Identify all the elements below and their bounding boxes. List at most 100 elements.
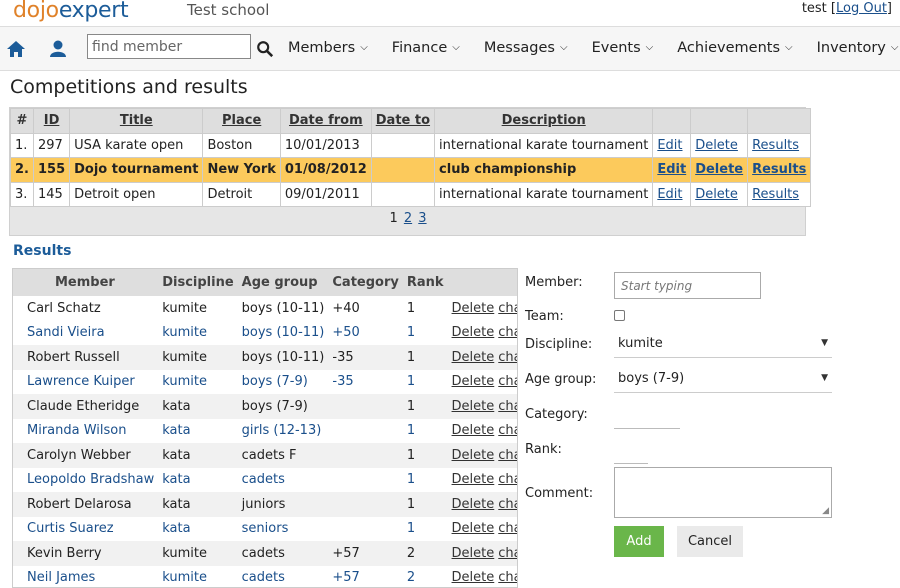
menu-achievements[interactable]: Achievements⌵ bbox=[677, 40, 792, 56]
col-header-id[interactable]: ID bbox=[33, 109, 69, 134]
result-age-group: cadets bbox=[238, 566, 329, 588]
result-age-group: juniors bbox=[238, 492, 329, 517]
delete-link[interactable]: Delete bbox=[452, 570, 495, 585]
result-row[interactable]: Kevin Berrykumitecadets+572Deletechange bbox=[13, 541, 518, 566]
results-link[interactable]: Results bbox=[752, 138, 799, 153]
menu-events[interactable]: Events⌵ bbox=[592, 40, 654, 56]
result-row[interactable]: Lawrence Kuiperkumiteboys (7-9)-351Delet… bbox=[13, 370, 518, 395]
result-row[interactable]: Sandi Vieirakumiteboys (10-11)+501Delete… bbox=[13, 321, 518, 346]
resize-grip-icon[interactable]: ◢ bbox=[822, 507, 829, 516]
member-input[interactable] bbox=[614, 272, 761, 299]
add-button[interactable]: Add bbox=[614, 526, 664, 557]
result-actions: Deletechange bbox=[448, 492, 518, 517]
comment-textarea[interactable]: ◢ bbox=[614, 467, 832, 518]
delete-link[interactable]: Delete bbox=[695, 138, 738, 153]
delete-link[interactable]: Delete bbox=[452, 448, 495, 463]
category-input[interactable] bbox=[614, 428, 680, 429]
edit-link[interactable]: Edit bbox=[657, 187, 682, 202]
delete-link[interactable]: Delete bbox=[695, 187, 738, 202]
result-discipline: kata bbox=[158, 419, 237, 444]
menu-inventory[interactable]: Inventory⌵ bbox=[817, 40, 899, 56]
delete-link[interactable]: Delete bbox=[452, 325, 495, 340]
change-link[interactable]: change bbox=[498, 325, 518, 340]
team-checkbox[interactable] bbox=[614, 310, 625, 321]
result-row[interactable]: Curtis Suarezkataseniors1Deletechange bbox=[13, 517, 518, 542]
change-link[interactable]: change bbox=[498, 448, 518, 463]
change-link[interactable]: change bbox=[498, 350, 518, 365]
discipline-select[interactable]: kumite ▼ bbox=[614, 330, 832, 358]
col-header-title[interactable]: Title bbox=[70, 109, 203, 134]
col-header-date-from[interactable]: Date from bbox=[280, 109, 371, 134]
change-link[interactable]: change bbox=[498, 301, 518, 316]
result-rank: 1 bbox=[403, 492, 448, 517]
delete-link[interactable]: Delete bbox=[452, 546, 495, 561]
results-link[interactable]: Results bbox=[752, 187, 799, 202]
delete-link[interactable]: Delete bbox=[452, 399, 495, 414]
result-age-group: cadets bbox=[238, 468, 329, 493]
result-row[interactable]: Carl Schatzkumiteboys (10-11)+401Deletec… bbox=[13, 296, 518, 321]
user-icon[interactable] bbox=[48, 39, 68, 59]
result-row[interactable]: Neil Jameskumitecadets+572Deletechange bbox=[13, 566, 518, 588]
delete-link[interactable]: Delete bbox=[452, 521, 495, 536]
change-link[interactable]: change bbox=[498, 521, 518, 536]
search-icon[interactable] bbox=[256, 40, 274, 58]
logo[interactable]: dojoexpert bbox=[13, 0, 128, 23]
delete-link[interactable]: Delete bbox=[452, 350, 495, 365]
change-link[interactable]: change bbox=[498, 374, 518, 389]
result-row[interactable]: Miranda Wilsonkatagirls (12-13)1Deletech… bbox=[13, 419, 518, 444]
delete-link[interactable]: Delete bbox=[452, 301, 495, 316]
result-category: +57 bbox=[328, 566, 402, 588]
change-link[interactable]: change bbox=[498, 472, 518, 487]
edit-link[interactable]: Edit bbox=[657, 138, 682, 153]
col-header-member: Member bbox=[13, 269, 158, 296]
result-discipline: kumite bbox=[158, 345, 237, 370]
category-label: Category: bbox=[525, 407, 588, 422]
results-link[interactable]: Results bbox=[752, 162, 806, 177]
change-link[interactable]: change bbox=[498, 570, 518, 585]
logout-link[interactable]: Log Out bbox=[836, 1, 887, 16]
col-header-date-to[interactable]: Date to bbox=[371, 109, 434, 134]
col-header-age-group: Age group bbox=[238, 269, 329, 296]
chevron-down-icon: ⌵ bbox=[891, 42, 899, 53]
page-link-2[interactable]: 2 bbox=[404, 211, 412, 226]
delete-link[interactable]: Delete bbox=[452, 472, 495, 487]
competition-row[interactable]: 3. 145 Detroit open Detroit 09/01/2011 i… bbox=[11, 182, 811, 207]
menu-messages[interactable]: Messages⌵ bbox=[484, 40, 568, 56]
result-row[interactable]: Claude Etheridgekataboys (7-9)1Deletecha… bbox=[13, 394, 518, 419]
page-link-3[interactable]: 3 bbox=[418, 211, 426, 226]
result-discipline: kumite bbox=[158, 541, 237, 566]
change-link[interactable]: change bbox=[498, 546, 518, 561]
cancel-button[interactable]: Cancel bbox=[677, 526, 743, 557]
rank-input[interactable] bbox=[614, 463, 648, 464]
competition-row-selected[interactable]: 2. 155 Dojo tournament New York 01/08/20… bbox=[11, 158, 811, 183]
result-row[interactable]: Robert Delarosakatajuniors1Deletechange bbox=[13, 492, 518, 517]
delete-link[interactable]: Delete bbox=[695, 162, 743, 177]
result-discipline: kumite bbox=[158, 296, 237, 321]
chevron-down-icon: ⌵ bbox=[360, 42, 368, 53]
result-age-group: seniors bbox=[238, 517, 329, 542]
result-row[interactable]: Carolyn Webberkatacadets F1Deletechange bbox=[13, 443, 518, 468]
edit-link[interactable]: Edit bbox=[657, 162, 686, 177]
col-header-place[interactable]: Place bbox=[203, 109, 280, 134]
result-rank: 1 bbox=[403, 321, 448, 346]
delete-link[interactable]: Delete bbox=[452, 497, 495, 512]
delete-link[interactable]: Delete bbox=[452, 423, 495, 438]
age-group-select[interactable]: boys (7-9) ▼ bbox=[614, 365, 832, 393]
competition-row[interactable]: 1. 297 USA karate open Boston 10/01/2013… bbox=[11, 133, 811, 158]
result-row[interactable]: Robert Russellkumiteboys (10-11)-351Dele… bbox=[13, 345, 518, 370]
result-rank: 2 bbox=[403, 541, 448, 566]
home-icon[interactable] bbox=[6, 39, 26, 59]
col-header-description[interactable]: Description bbox=[435, 109, 653, 134]
search-input[interactable] bbox=[87, 34, 251, 59]
change-link[interactable]: change bbox=[498, 423, 518, 438]
menu-finance[interactable]: Finance⌵ bbox=[392, 40, 460, 56]
menu-members[interactable]: Members⌵ bbox=[288, 40, 368, 56]
logo-part1: dojo bbox=[13, 0, 59, 23]
delete-link[interactable]: Delete bbox=[452, 374, 495, 389]
result-row[interactable]: Leopoldo Bradshawkatacadets1Deletechange bbox=[13, 468, 518, 493]
change-link[interactable]: change bbox=[498, 497, 518, 512]
change-link[interactable]: change bbox=[498, 399, 518, 414]
result-age-group: cadets bbox=[238, 541, 329, 566]
comment-label: Comment: bbox=[525, 486, 593, 501]
result-actions: Deletechange bbox=[448, 394, 518, 419]
